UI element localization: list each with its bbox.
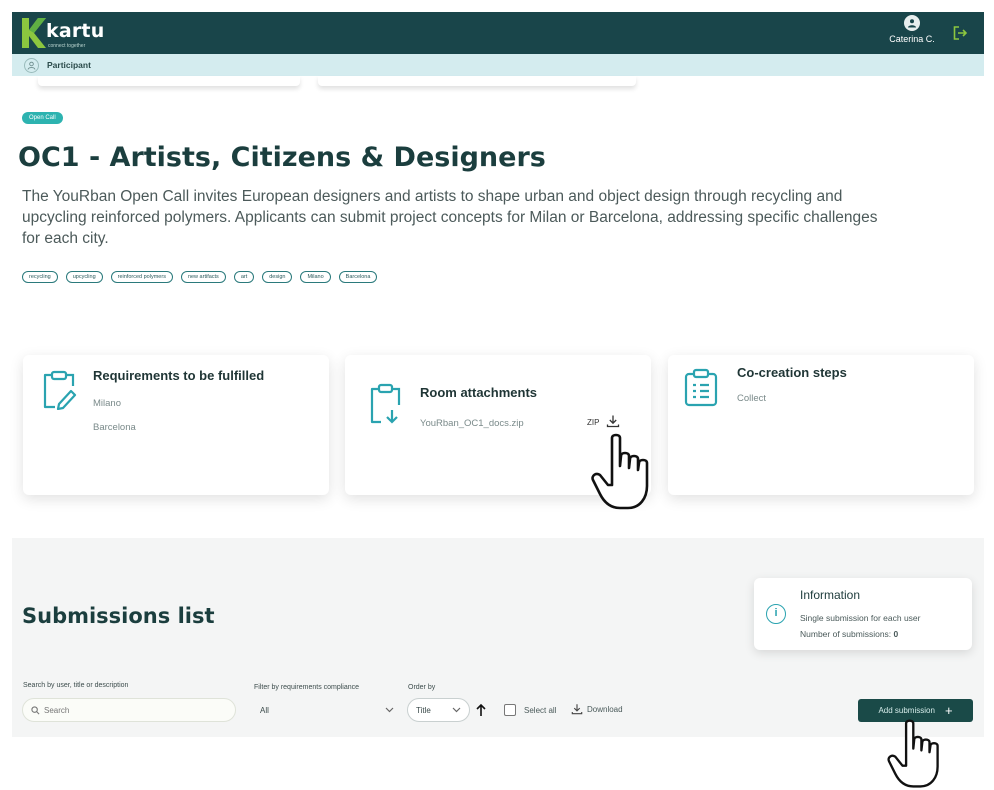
plus-icon: + [944, 703, 953, 718]
info-rule: Single submission for each user [800, 613, 921, 623]
tag: art [233, 271, 255, 283]
select-all-checkbox[interactable] [504, 704, 516, 716]
search-input[interactable] [44, 705, 224, 715]
app-tagline: connect together [48, 43, 86, 49]
order-select[interactable]: Title [407, 698, 470, 722]
tag: upcycling [65, 271, 103, 283]
search-label: Search by user, title or description [23, 682, 129, 689]
download-button[interactable]: Download [571, 703, 623, 715]
compliance-value: All [260, 705, 269, 715]
search-field[interactable] [22, 698, 236, 722]
tag-list: recycling upcycling reinforced polymers … [22, 271, 378, 283]
info-count-label: Number of submissions: [800, 629, 892, 639]
compliance-label: Filter by requirements compliance [254, 684, 360, 691]
app-name: kartu [46, 20, 105, 42]
logout-icon [953, 26, 968, 40]
order-value: Title [416, 705, 431, 715]
card-title: Requirements to be fulfilled [93, 368, 265, 383]
add-submission-label: Add submission [878, 706, 935, 715]
tag: recycling [22, 271, 58, 283]
tag: Barcelona [338, 271, 378, 283]
attachment-file-name[interactable]: YouRban_OC1_docs.zip [420, 418, 524, 429]
card-title: Co-creation steps [737, 365, 847, 380]
clipboard-download-icon [370, 383, 401, 424]
info-title: Information [800, 588, 861, 602]
card-edge [38, 76, 300, 86]
cocreation-card: Co-creation steps Collect [668, 355, 974, 495]
info-count-line: Number of submissions: 0 [800, 629, 898, 639]
select-all-label: Select all [524, 705, 557, 715]
card-title: Room attachments [420, 385, 538, 400]
submissions-title: Submissions list [22, 604, 215, 628]
chevron-down-icon [452, 707, 461, 713]
download-label: Download [587, 704, 623, 714]
status-badge: Open Call [22, 112, 63, 124]
role-bar: Participant [12, 54, 984, 76]
top-bar: kartu connect together Caterina C. [12, 12, 984, 54]
hand-pointer-icon [887, 719, 939, 788]
compliance-select[interactable]: All [252, 698, 402, 722]
role-label: Participant [47, 60, 91, 70]
tag: design [262, 271, 293, 283]
tag: Milano [300, 271, 331, 283]
information-card: i Information Single submission for each… [754, 578, 972, 650]
select-all-control[interactable]: Select all [504, 704, 556, 716]
download-icon[interactable] [606, 414, 620, 428]
download-icon [571, 704, 583, 715]
checklist-icon [684, 368, 718, 407]
info-icon: i [766, 604, 786, 624]
submission-count: 0 [893, 629, 899, 639]
requirements-card: Requirements to be fulfilled Milano Barc… [23, 355, 329, 495]
user-avatar-icon [904, 15, 920, 31]
tag: new artifacts [180, 271, 226, 283]
requirement-item: Milano [93, 398, 121, 409]
chevron-down-icon [385, 707, 394, 713]
logout-button[interactable] [950, 23, 970, 43]
arrow-up-icon[interactable] [475, 703, 487, 717]
file-type-label: ZIP [587, 418, 600, 427]
kartu-logo[interactable]: kartu connect together [20, 16, 104, 50]
participant-icon [24, 57, 39, 73]
card-edge [318, 76, 636, 86]
cocreation-step: Collect [737, 393, 767, 404]
order-label: Order by [408, 684, 436, 691]
call-description: The YouRban Open Call invites European d… [22, 188, 878, 247]
user-name: Caterina C. [889, 34, 935, 44]
search-icon [31, 705, 40, 714]
hand-pointer-icon [591, 433, 649, 510]
user-menu[interactable]: Caterina C. [884, 15, 940, 44]
requirement-item: Barcelona [93, 422, 136, 433]
kartu-logo-icon [22, 18, 46, 48]
page-title: OC1 - Artists, Citizens & Designers [18, 142, 546, 173]
clipboard-edit-icon [43, 370, 77, 410]
tag: reinforced polymers [110, 271, 173, 283]
